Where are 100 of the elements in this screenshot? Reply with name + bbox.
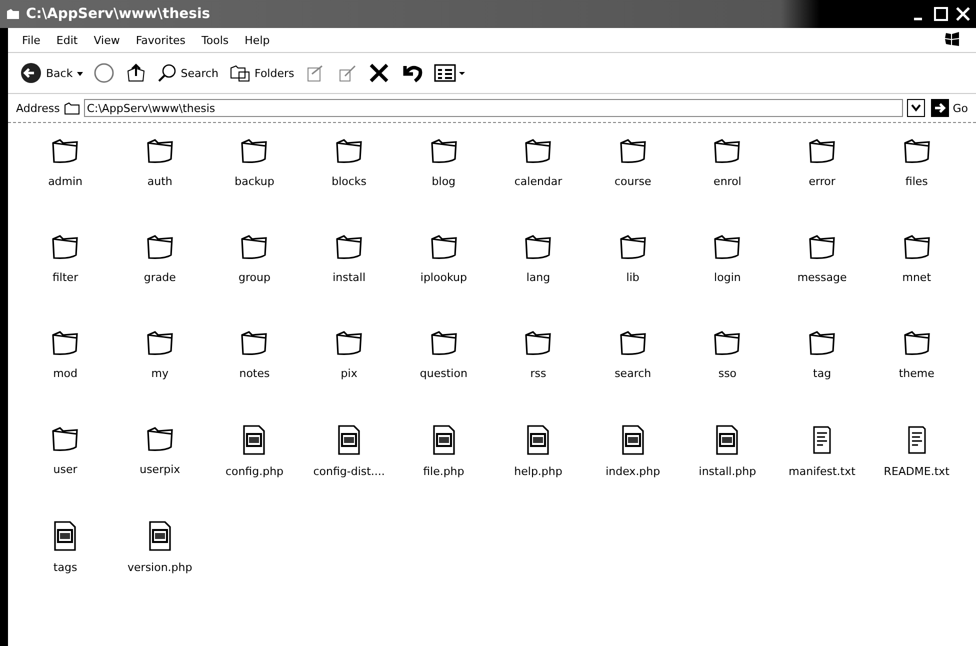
file-name[interactable]: tags bbox=[53, 561, 78, 574]
folder-icon bbox=[428, 329, 459, 357]
address-field[interactable]: C:\AppServ\www\thesis bbox=[84, 99, 903, 117]
file-name[interactable]: calendar bbox=[514, 175, 562, 188]
delete-icon[interactable] bbox=[368, 62, 390, 84]
file-name[interactable]: files bbox=[905, 175, 928, 188]
folder-icon bbox=[618, 137, 648, 165]
folder-icon bbox=[144, 329, 175, 357]
file-name[interactable]: grade bbox=[144, 271, 176, 284]
file-name[interactable]: course bbox=[614, 175, 652, 188]
folder-icon bbox=[334, 137, 364, 165]
menu-item[interactable]: Tools bbox=[196, 34, 235, 46]
file-name[interactable]: login bbox=[714, 271, 741, 284]
text-file-icon bbox=[906, 425, 927, 455]
maximize-icon[interactable] bbox=[932, 5, 950, 23]
file-name[interactable]: install bbox=[332, 271, 366, 284]
folder-icon bbox=[807, 137, 838, 165]
file-name[interactable]: lang bbox=[526, 271, 550, 284]
folder-icon bbox=[902, 137, 932, 165]
file-name[interactable]: file.php bbox=[423, 465, 464, 478]
close-icon[interactable] bbox=[954, 5, 972, 23]
file-name[interactable]: theme bbox=[898, 367, 934, 380]
menu-item[interactable]: Help bbox=[238, 34, 276, 46]
file-name[interactable]: message bbox=[797, 271, 847, 284]
php-file-icon bbox=[432, 425, 456, 455]
file-name[interactable]: manifest.txt bbox=[788, 465, 856, 478]
menu-item[interactable]: View bbox=[88, 34, 126, 46]
file-name[interactable]: userpix bbox=[140, 463, 180, 476]
caret-icon bbox=[910, 104, 921, 112]
folder-icon bbox=[618, 233, 648, 261]
folder-icon bbox=[712, 137, 742, 165]
search-button[interactable]: Search bbox=[156, 63, 219, 83]
file-name[interactable]: error bbox=[808, 175, 836, 188]
php-file-icon bbox=[715, 425, 740, 455]
file-name[interactable]: backup bbox=[234, 175, 274, 188]
file-name[interactable]: pix bbox=[340, 367, 358, 380]
folder-icon bbox=[902, 329, 932, 357]
up-folder-icon[interactable] bbox=[124, 62, 147, 84]
php-file-icon bbox=[620, 425, 645, 455]
folder-icon bbox=[523, 233, 554, 261]
php-file-icon bbox=[337, 425, 362, 455]
window-title: C:\AppServ\www\thesis bbox=[26, 6, 212, 22]
file-name[interactable]: blog bbox=[432, 175, 456, 188]
file-name[interactable]: user bbox=[53, 463, 78, 476]
file-name[interactable]: tag bbox=[813, 367, 832, 380]
address-label: Address bbox=[16, 102, 60, 114]
file-name[interactable]: README.txt bbox=[884, 465, 950, 478]
file-name[interactable]: enrol bbox=[714, 175, 742, 188]
file-name[interactable]: config-dist.... bbox=[313, 465, 385, 478]
folder-icon bbox=[144, 233, 175, 261]
folder-tree-icon bbox=[228, 64, 251, 82]
text-file-icon bbox=[812, 425, 832, 455]
file-name[interactable]: my bbox=[151, 367, 168, 380]
menu-item[interactable]: Favorites bbox=[130, 34, 192, 46]
php-file-icon bbox=[526, 425, 550, 455]
file-name[interactable]: filter bbox=[52, 271, 78, 284]
file-name[interactable]: group bbox=[238, 271, 270, 284]
file-name[interactable]: config.php bbox=[225, 465, 284, 478]
file-name[interactable]: notes bbox=[239, 367, 270, 380]
search-icon bbox=[156, 63, 177, 83]
folder-icon bbox=[144, 425, 175, 453]
file-name[interactable]: auth bbox=[147, 175, 172, 188]
go-button[interactable]: Go bbox=[928, 99, 970, 117]
file-name[interactable]: search bbox=[614, 367, 652, 380]
menu-item[interactable]: Edit bbox=[50, 34, 84, 46]
folder-icon bbox=[50, 137, 80, 165]
caret-icon bbox=[76, 72, 83, 76]
folder-icon bbox=[712, 233, 742, 261]
folder-icon bbox=[239, 329, 270, 357]
back-button[interactable]: Back bbox=[20, 62, 83, 84]
folder-icon bbox=[712, 329, 742, 357]
file-name[interactable]: mnet bbox=[902, 271, 932, 284]
folder-icon bbox=[807, 233, 838, 261]
dropdown-button[interactable] bbox=[906, 99, 925, 117]
file-name[interactable]: index.php bbox=[606, 465, 660, 478]
file-name[interactable]: rss bbox=[530, 367, 546, 380]
folders-button[interactable]: Folders bbox=[228, 64, 294, 82]
php-file-icon bbox=[148, 521, 172, 551]
folder-icon bbox=[334, 233, 364, 261]
folder-icon bbox=[239, 137, 270, 165]
folder-icon bbox=[618, 329, 648, 357]
php-file-icon bbox=[53, 521, 78, 551]
file-name[interactable]: blocks bbox=[332, 175, 367, 188]
folder-icon bbox=[144, 137, 175, 165]
file-name[interactable]: sso bbox=[718, 367, 737, 380]
file-name[interactable]: help.php bbox=[514, 465, 562, 478]
folder-icon bbox=[902, 233, 932, 261]
folder-icon bbox=[807, 329, 838, 357]
file-name[interactable]: version.php bbox=[128, 561, 192, 574]
file-name[interactable]: iplookup bbox=[420, 271, 467, 284]
folder-icon bbox=[334, 329, 364, 357]
file-name[interactable]: admin bbox=[48, 175, 83, 188]
menu-item[interactable]: File bbox=[16, 34, 46, 46]
file-name[interactable]: mod bbox=[53, 367, 78, 380]
folder-icon bbox=[50, 233, 80, 261]
file-name[interactable]: question bbox=[420, 367, 468, 380]
file-name[interactable]: install.php bbox=[698, 465, 756, 478]
folder-icon bbox=[523, 329, 554, 357]
folder-icon bbox=[239, 233, 270, 261]
file-name[interactable]: lib bbox=[626, 271, 640, 284]
